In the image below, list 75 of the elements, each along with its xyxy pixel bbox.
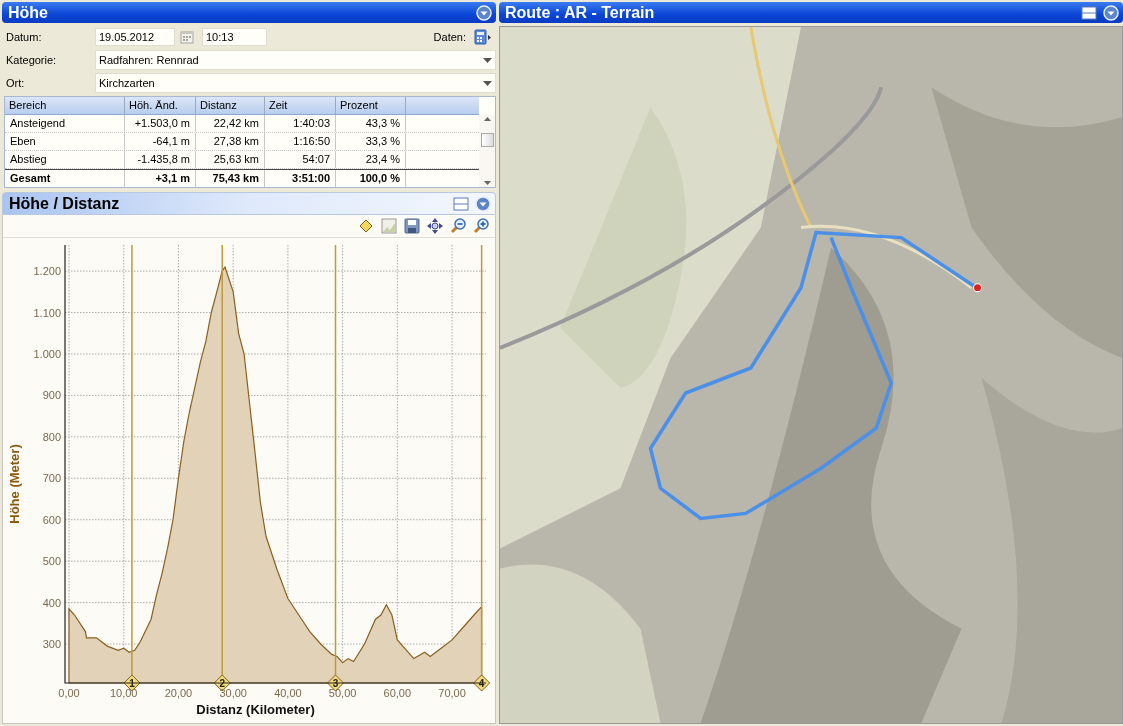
collapse-icon[interactable] <box>1103 4 1119 21</box>
column-header[interactable]: Bereich <box>5 97 125 114</box>
annotation: 1 <box>129 677 136 689</box>
annotation: 3 <box>332 677 339 689</box>
table-cell: Gesamt <box>5 170 125 187</box>
annotation: 2 <box>219 677 226 689</box>
table-cell: -64,1 m <box>125 133 196 150</box>
panel-title: Route : AR - Terrain <box>505 3 656 22</box>
axis-title: Höhe (Meter) <box>7 444 22 524</box>
column-header[interactable]: Zeit <box>265 97 336 114</box>
tick-label: 70,00 <box>438 687 466 699</box>
table-cell: 100,0 % <box>336 170 406 187</box>
scroll-up-icon[interactable] <box>483 117 491 121</box>
scrollbar[interactable] <box>479 115 495 187</box>
table-cell: 23,4 % <box>336 151 406 168</box>
table-cell: 1:40:03 <box>265 115 336 132</box>
table-cell: 75,43 km <box>196 170 265 187</box>
collapse-icon[interactable] <box>475 195 491 212</box>
tick-label: 700 <box>42 472 61 485</box>
panel-title: Höhe / Distanz <box>9 194 121 213</box>
table-cell: 27,38 km <box>196 133 265 150</box>
scroll-down-icon[interactable] <box>483 181 491 185</box>
field-label: Ort: <box>6 77 26 89</box>
table-cell: 33,3 % <box>336 133 406 150</box>
table-cell: -1.435,8 m <box>125 151 196 168</box>
column-header[interactable]: Prozent <box>336 97 406 114</box>
tick-label: 500 <box>42 555 61 568</box>
tick-label: 40,00 <box>274 687 302 699</box>
tick-label: 600 <box>42 513 61 526</box>
table-cell: +3,1 m <box>125 170 196 187</box>
caret-icon <box>483 80 492 86</box>
tick-label: 20,00 <box>164 687 193 699</box>
table-cell: 25,63 km <box>196 151 265 168</box>
scroll-thumb[interactable] <box>480 133 494 147</box>
zoom-in-icon[interactable] <box>473 218 489 234</box>
tick-label: 60,00 <box>383 687 412 699</box>
tick-label: 300 <box>42 638 61 651</box>
tick-label: 1.000 <box>33 348 61 360</box>
field-label: Daten: <box>433 31 466 43</box>
table-cell: Abstieg <box>5 151 125 168</box>
move-icon[interactable] <box>427 218 443 234</box>
table-cell: 43,3 % <box>336 115 406 132</box>
layout-icon[interactable] <box>453 196 469 211</box>
panel-title: Höhe <box>8 3 49 22</box>
table-cell: 22,42 km <box>196 115 265 132</box>
category-dropdown[interactable]: Radfahren: Rennrad <box>95 50 496 70</box>
table-cell: 1:16:50 <box>265 133 336 150</box>
field-label: Datum: <box>6 31 43 43</box>
table-cell: 3:51:00 <box>265 170 336 187</box>
date-field[interactable]: 19.05.2012 <box>95 28 175 46</box>
collapse-icon[interactable] <box>476 4 492 21</box>
lap-marker[interactable]: 4 <box>473 674 491 692</box>
save-icon[interactable] <box>404 218 420 234</box>
layout-icon[interactable] <box>1081 5 1097 20</box>
tick-label: 1.200 <box>33 265 61 278</box>
table-cell: 54:07 <box>265 151 336 168</box>
axis-title: Distanz (Kilometer) <box>196 702 315 717</box>
field-label: Kategorie: <box>6 54 58 66</box>
calculator-icon[interactable] <box>474 29 492 45</box>
column-header[interactable]: Distanz <box>196 97 265 114</box>
diamond-icon[interactable] <box>358 218 374 234</box>
tick-label: 800 <box>42 430 61 443</box>
place-dropdown[interactable]: Kirchzarten <box>95 73 496 93</box>
table-cell: Eben <box>5 133 125 150</box>
table-cell: Ansteigend <box>5 115 125 132</box>
tick-label: 0,00 <box>58 687 80 699</box>
tick-label: 900 <box>42 389 61 402</box>
caret-icon <box>483 57 492 63</box>
column-header[interactable]: Höh. Änd. <box>125 97 196 114</box>
zoom-out-icon[interactable] <box>450 218 466 234</box>
annotation: 4 <box>478 677 485 689</box>
tick-label: 400 <box>42 596 61 609</box>
tick-label: 1.100 <box>33 306 61 319</box>
table-cell: +1.503,0 m <box>125 115 196 132</box>
time-field[interactable]: 10:13 <box>202 28 267 46</box>
